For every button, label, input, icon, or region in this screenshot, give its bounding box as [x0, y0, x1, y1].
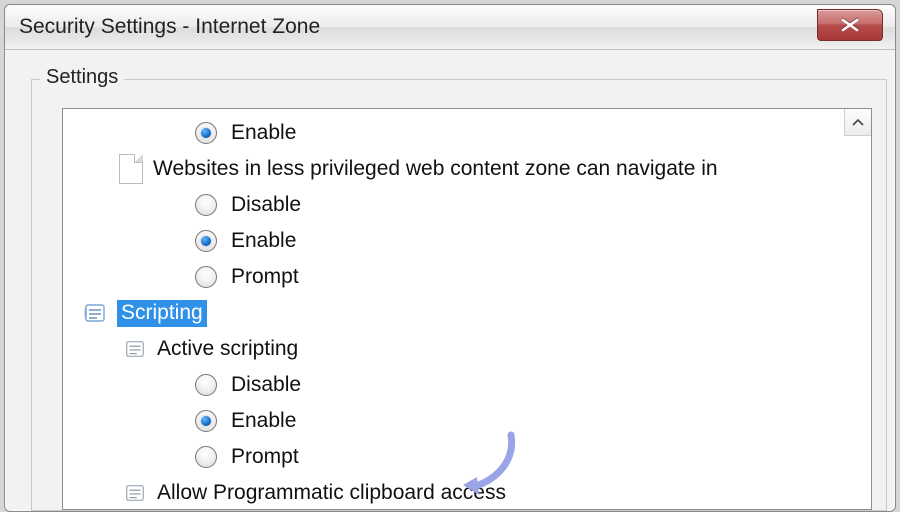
option-label: Disable — [231, 193, 301, 217]
radio-option-enable[interactable]: Enable — [63, 115, 871, 151]
settings-groupbox: Settings Enable Websites in less privile… — [31, 79, 887, 511]
option-label: Prompt — [231, 265, 299, 289]
tree-item-label: Active scripting — [157, 337, 298, 361]
radio-option-disable[interactable]: Disable — [63, 187, 871, 223]
radio-icon — [195, 410, 217, 432]
tree-item-clipboard-access[interactable]: Allow Programmatic clipboard access — [63, 475, 871, 510]
option-label: Enable — [231, 409, 296, 433]
radio-icon — [195, 230, 217, 252]
dialog-window: Security Settings - Internet Zone Settin… — [4, 4, 896, 512]
option-label: Prompt — [231, 445, 299, 469]
tree-item-label: Websites in less privileged web content … — [153, 157, 718, 181]
close-icon — [839, 18, 861, 32]
radio-icon — [195, 194, 217, 216]
radio-icon — [195, 122, 217, 144]
close-button[interactable] — [817, 9, 883, 41]
tree-category-scripting[interactable]: Scripting — [63, 295, 871, 331]
tree-item-label: Allow Programmatic clipboard access — [157, 481, 506, 505]
radio-option-prompt[interactable]: Prompt — [63, 439, 871, 475]
scroll-up-button[interactable] — [844, 109, 871, 136]
option-label: Enable — [231, 229, 296, 253]
option-label: Enable — [231, 121, 296, 145]
script-icon — [123, 481, 147, 505]
radio-option-enable[interactable]: Enable — [63, 403, 871, 439]
settings-tree[interactable]: Enable Websites in less privileged web c… — [62, 108, 872, 510]
radio-icon — [195, 266, 217, 288]
chevron-up-icon — [852, 118, 864, 126]
tree-item-active-scripting[interactable]: Active scripting — [63, 331, 871, 367]
script-icon — [123, 337, 147, 361]
page-icon — [119, 154, 143, 184]
radio-option-enable[interactable]: Enable — [63, 223, 871, 259]
radio-option-disable[interactable]: Disable — [63, 367, 871, 403]
window-title: Security Settings - Internet Zone — [19, 15, 320, 39]
script-category-icon — [83, 301, 107, 325]
tree-item-websites-navigate[interactable]: Websites in less privileged web content … — [63, 151, 871, 187]
radio-option-prompt[interactable]: Prompt — [63, 259, 871, 295]
option-label: Disable — [231, 373, 301, 397]
radio-icon — [195, 374, 217, 396]
groupbox-label: Settings — [40, 66, 124, 89]
titlebar: Security Settings - Internet Zone — [5, 5, 895, 50]
tree-category-label: Scripting — [117, 300, 207, 327]
radio-icon — [195, 446, 217, 468]
